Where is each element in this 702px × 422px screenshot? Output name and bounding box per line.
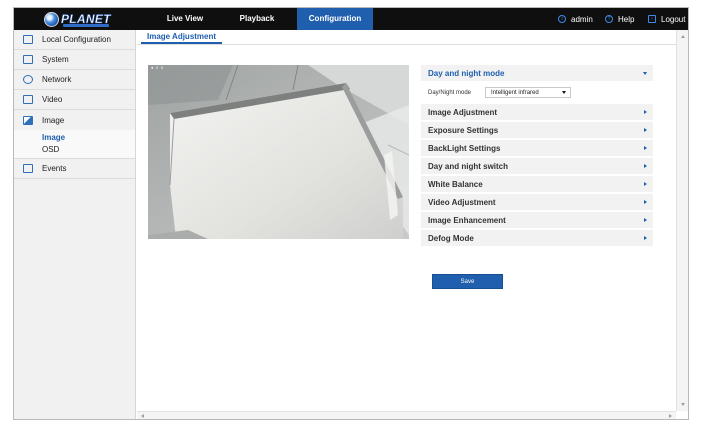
tab-configuration[interactable]: Configuration: [297, 8, 373, 30]
sidebar: Local Configuration System Network Video…: [14, 30, 136, 419]
day-night-mode-select[interactable]: Intelligent infrared: [485, 87, 572, 98]
section-backlight-settings[interactable]: BackLight Settings: [421, 140, 653, 158]
help-icon: ?: [605, 15, 613, 23]
chevron-right-icon: [644, 146, 647, 150]
sidebar-item-network[interactable]: Network: [14, 70, 135, 90]
top-bar: PLANET Live View Playback Configuration …: [14, 8, 688, 30]
section-day-and-night-switch[interactable]: Day and night switch: [421, 158, 653, 176]
sidebar-item-local-configuration[interactable]: Local Configuration: [14, 30, 135, 50]
section-title: Image Enhancement: [428, 215, 506, 225]
tab-live-view[interactable]: Live View: [145, 8, 225, 30]
section-title: Day and night mode: [428, 68, 505, 78]
section-white-balance[interactable]: White Balance: [421, 176, 653, 194]
section-title: White Balance: [428, 179, 483, 189]
scroll-down-icon[interactable]: [681, 403, 685, 406]
user-name: admin: [571, 14, 593, 24]
section-title: Video Adjustment: [428, 197, 496, 207]
logout-icon: ›: [648, 15, 656, 23]
tab-divider: [137, 44, 676, 45]
section-title: BackLight Settings: [428, 143, 501, 153]
video-channel-tag: ♦ 2 3: [151, 67, 164, 71]
logout-link[interactable]: › Logout: [648, 8, 685, 30]
sidebar-item-label: Image: [42, 115, 65, 125]
events-icon: [23, 164, 33, 173]
chevron-right-icon: [644, 236, 647, 240]
scroll-up-icon[interactable]: [681, 35, 685, 38]
app-window: PLANET Live View Playback Configuration …: [13, 7, 689, 420]
video-icon: [23, 95, 33, 104]
chevron-right-icon: [644, 164, 647, 168]
sidebar-item-label: Video: [42, 95, 63, 104]
logo-tagline-bar: [63, 24, 109, 27]
tab-image-adjustment[interactable]: Image Adjustment: [141, 30, 223, 44]
image-submenu: Image OSD: [14, 130, 135, 159]
sidebar-subitem-image[interactable]: Image: [14, 132, 135, 144]
live-video-preview[interactable]: ♦ 2 3: [148, 65, 409, 239]
section-image-adjustment[interactable]: Image Adjustment: [421, 104, 653, 122]
camera-view-image: [148, 65, 409, 239]
user-menu[interactable]: i admin: [558, 8, 593, 30]
section-title: Defog Mode: [428, 233, 474, 243]
horizontal-scrollbar[interactable]: [137, 411, 676, 419]
sidebar-item-video[interactable]: Video: [14, 90, 135, 110]
dropdown-arrow-icon: [562, 91, 567, 94]
section-defog-mode[interactable]: Defog Mode: [421, 230, 653, 248]
planet-logo: PLANET: [44, 10, 124, 28]
section-exposure-settings[interactable]: Exposure Settings: [421, 122, 653, 140]
chevron-down-icon: [643, 71, 647, 75]
globe-logo-icon: [44, 11, 59, 27]
section-image-enhancement[interactable]: Image Enhancement: [421, 212, 653, 230]
chevron-right-icon: [644, 200, 647, 204]
sidebar-item-events[interactable]: Events: [14, 159, 135, 179]
globe-icon: [23, 75, 33, 84]
system-icon: [23, 55, 33, 64]
sidebar-item-image[interactable]: Image: [14, 110, 135, 130]
user-icon: i: [558, 15, 566, 23]
save-button[interactable]: Save: [432, 274, 503, 289]
chevron-right-icon: [644, 128, 647, 132]
monitor-icon: [23, 35, 33, 44]
section-title: Day and night switch: [428, 161, 509, 171]
tab-playback[interactable]: Playback: [217, 8, 297, 30]
section-title: Exposure Settings: [428, 125, 499, 135]
day-night-mode-value: Intelligent infrared: [491, 89, 539, 96]
section-title: Image Adjustment: [428, 107, 498, 117]
sidebar-subitem-osd[interactable]: OSD: [14, 144, 135, 156]
sidebar-item-label: System: [42, 55, 69, 64]
help-label: Help: [618, 14, 635, 24]
logout-label: Logout: [661, 14, 686, 24]
image-icon: [23, 115, 33, 125]
help-link[interactable]: ? Help: [605, 8, 634, 30]
day-night-mode-label: Day/Night mode: [428, 89, 472, 96]
chevron-right-icon: [644, 110, 647, 114]
sidebar-item-label: Local Configuration: [42, 35, 111, 44]
scroll-left-icon[interactable]: [141, 414, 144, 418]
scroll-right-icon[interactable]: [669, 414, 672, 418]
sidebar-item-label: Network: [42, 75, 72, 84]
sidebar-item-system[interactable]: System: [14, 50, 135, 70]
vertical-scrollbar[interactable]: [676, 30, 688, 411]
day-night-mode-row: Day/Night mode Intelligent infrared: [421, 83, 653, 102]
chevron-right-icon: [644, 218, 647, 222]
section-video-adjustment[interactable]: Video Adjustment: [421, 194, 653, 212]
chevron-right-icon: [644, 182, 647, 186]
section-day-and-night-mode[interactable]: Day and night mode: [421, 65, 653, 83]
main-content: Image Adjustment ♦ 2 3 Day and night mod…: [137, 30, 676, 411]
settings-panel: Day and night mode Day/Night mode Intell…: [421, 65, 653, 248]
sidebar-item-label: Events: [42, 164, 67, 173]
